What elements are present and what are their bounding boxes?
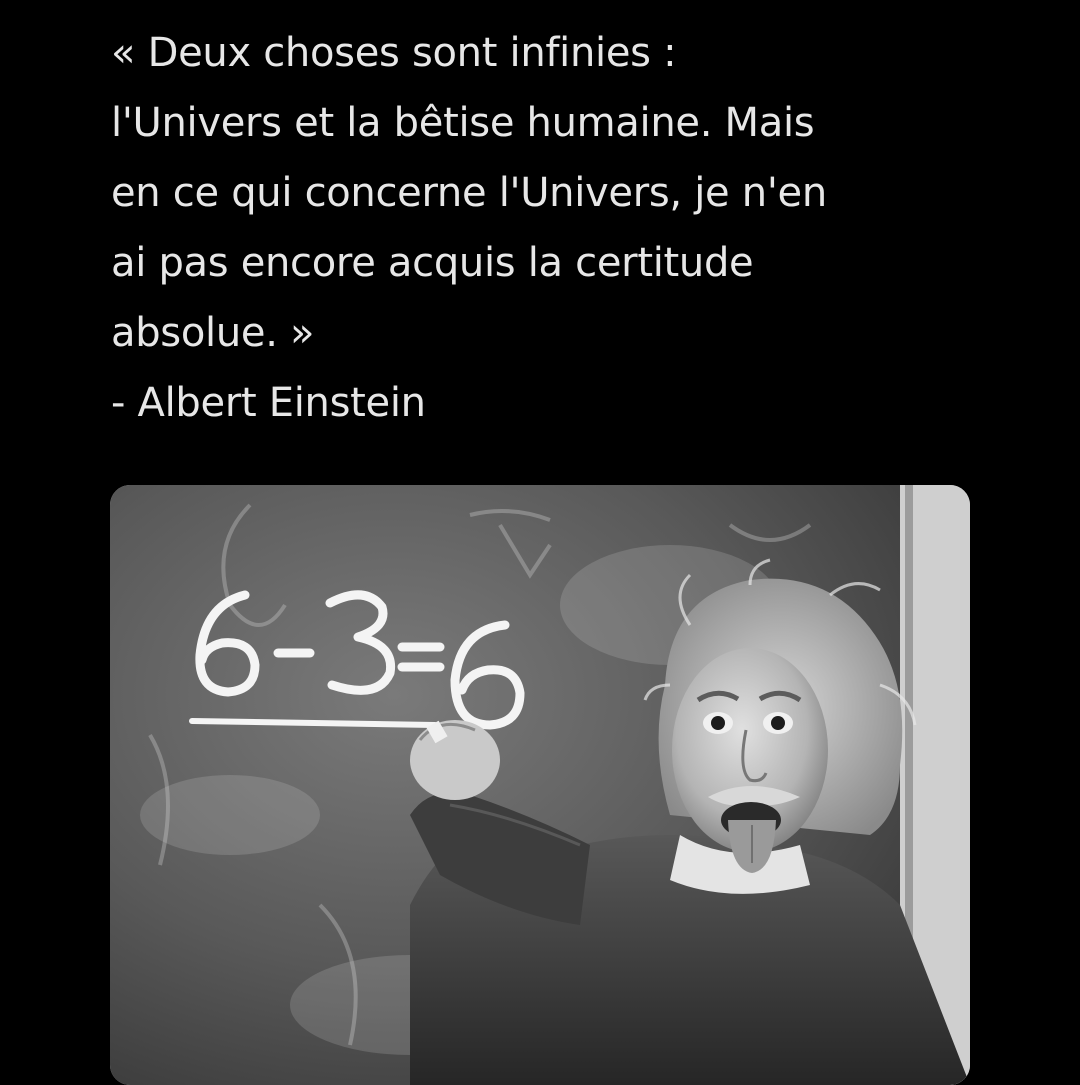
post-text-line: ai pas encore acquis la certitude — [111, 240, 754, 286]
post-text-line: en ce qui concerne l'Univers, je n'en — [111, 170, 827, 216]
hand — [410, 720, 500, 800]
post-text-author: - Albert Einstein — [111, 380, 426, 426]
post-text: « Deux choses sont infinies : l'Univers … — [111, 18, 1011, 438]
einstein-chalkboard-photo — [110, 485, 970, 1085]
post: « Deux choses sont infinies : l'Univers … — [0, 0, 1080, 1085]
post-text-line: l'Univers et la bêtise humaine. Mais — [111, 100, 815, 146]
post-text-line: absolue. » — [111, 310, 315, 356]
post-text-line: « Deux choses sont infinies : — [111, 30, 677, 76]
post-image[interactable] — [110, 485, 970, 1085]
